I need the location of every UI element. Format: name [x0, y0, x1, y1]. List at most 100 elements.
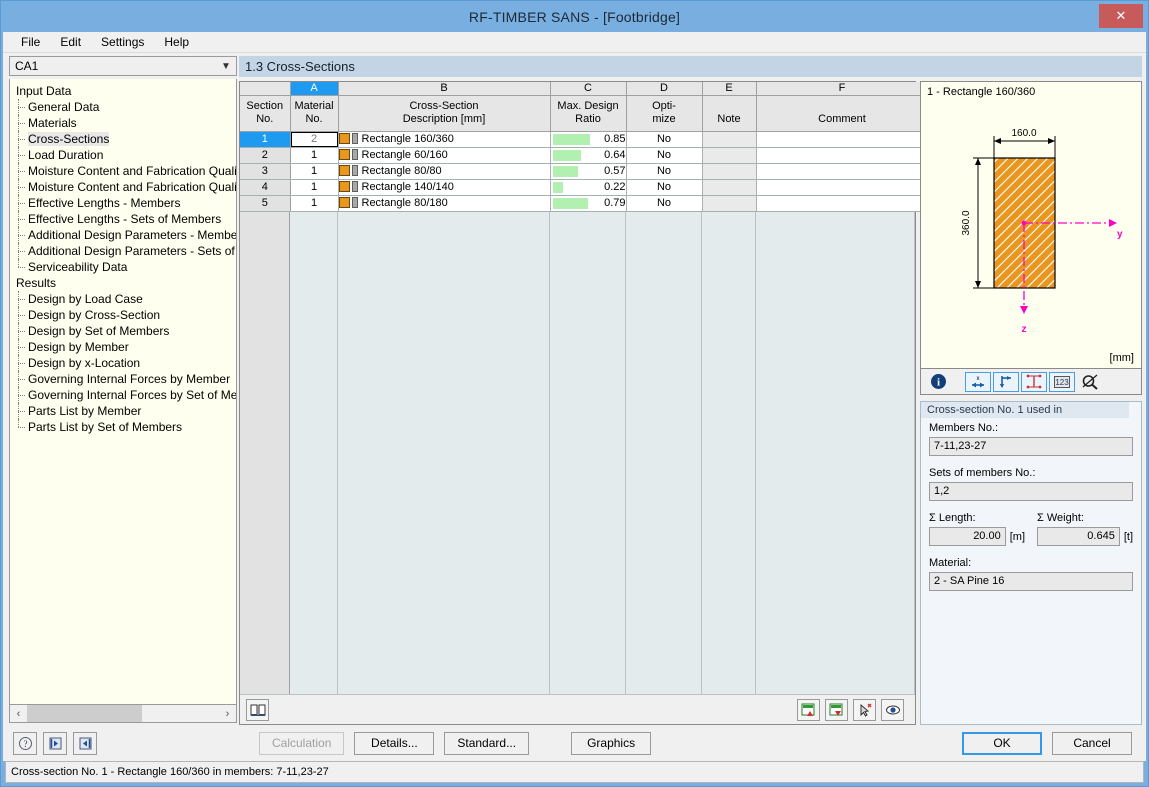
- pick-select-icon[interactable]: [853, 698, 876, 721]
- cell-note[interactable]: [702, 163, 757, 180]
- column-header-B[interactable]: B: [338, 82, 551, 96]
- column-header-A[interactable]: A: [290, 82, 339, 96]
- total-weight-field[interactable]: 0.645: [1037, 527, 1120, 546]
- sidebar-item-parts-list-by-set-of-members[interactable]: Parts List by Set of Members: [10, 419, 236, 435]
- cell-description[interactable]: Rectangle 80/180: [338, 195, 551, 212]
- material-field[interactable]: 2 - SA Pine 16: [929, 572, 1133, 591]
- next-window-icon[interactable]: [73, 731, 97, 755]
- tree-horizontal-scrollbar[interactable]: ‹ ›: [9, 705, 237, 723]
- sidebar-item-additional-design-parameters-sets-of-me[interactable]: Additional Design Parameters - Sets of M…: [10, 243, 236, 259]
- sidebar-item-design-by-cross-section[interactable]: Design by Cross-Section: [10, 307, 236, 323]
- column-header-D[interactable]: D: [626, 82, 703, 96]
- column-header-E[interactable]: E: [702, 82, 757, 96]
- cell-note[interactable]: [702, 195, 757, 212]
- cell-section-no[interactable]: 3: [240, 163, 291, 180]
- table-row[interactable]: 2 1 Rectangle 60/160 0.64 No: [240, 147, 929, 164]
- cell-max-design-ratio[interactable]: 0.64: [550, 147, 627, 164]
- menu-item-help[interactable]: Help: [154, 33, 199, 51]
- scrollbar-thumb[interactable]: [27, 705, 143, 722]
- cell-comment[interactable]: [756, 179, 929, 196]
- close-icon[interactable]: ✕: [1099, 4, 1143, 28]
- standard-button[interactable]: Standard...: [444, 731, 530, 755]
- sidebar-item-design-by-load-case[interactable]: Design by Load Case: [10, 291, 236, 307]
- details-button[interactable]: Details...: [354, 731, 435, 755]
- sidebar-item-moisture-content-and-fabrication-quality[interactable]: Moisture Content and Fabrication Quality: [10, 179, 236, 195]
- eye-view-icon[interactable]: [881, 698, 904, 721]
- table-row[interactable]: 5 1 Rectangle 80/180 0.79 No: [240, 195, 929, 212]
- sidebar-item-design-by-set-of-members[interactable]: Design by Set of Members: [10, 323, 236, 339]
- menu-item-settings[interactable]: Settings: [91, 33, 154, 51]
- cell-max-design-ratio[interactable]: 0.85: [550, 131, 627, 148]
- column-header-F[interactable]: F: [756, 82, 929, 96]
- scroll-left-icon[interactable]: ‹: [10, 705, 27, 722]
- sidebar-item-parts-list-by-member[interactable]: Parts List by Member: [10, 403, 236, 419]
- column-header-C[interactable]: C: [550, 82, 627, 96]
- sidebar-item-governing-internal-forces-by-set-of-mem[interactable]: Governing Internal Forces by Set of Mem: [10, 387, 236, 403]
- cell-optimize[interactable]: No: [626, 179, 703, 196]
- menu-item-file[interactable]: File: [11, 33, 50, 51]
- dimension-lines-icon[interactable]: [1021, 371, 1047, 392]
- table-empty-area[interactable]: [240, 211, 915, 694]
- cell-material-no[interactable]: 2: [290, 131, 339, 148]
- cell-comment[interactable]: [756, 131, 929, 148]
- table-empty-column[interactable]: [338, 211, 550, 694]
- table-empty-column[interactable]: [290, 211, 338, 694]
- cell-description[interactable]: Rectangle 60/160: [338, 147, 551, 164]
- graphics-button[interactable]: Graphics: [571, 731, 652, 755]
- cell-description[interactable]: Rectangle 140/140: [338, 179, 551, 196]
- cell-optimize[interactable]: No: [626, 147, 703, 164]
- cell-description[interactable]: Rectangle 80/80: [338, 163, 551, 180]
- sidebar-item-serviceability-data[interactable]: Serviceability Data: [10, 259, 236, 275]
- cross-sections-table[interactable]: A B C D E F Section No. Material No. Cross-Section…: [240, 82, 929, 212]
- table-row[interactable]: 4 1 Rectangle 140/140 0.22 No: [240, 179, 929, 196]
- table-empty-column[interactable]: [240, 211, 290, 694]
- table-empty-column[interactable]: [550, 211, 626, 694]
- sidebar-item-design-by-x-location[interactable]: Design by x-Location: [10, 355, 236, 371]
- grid-corner[interactable]: [240, 82, 291, 96]
- load-case-select[interactable]: CA1 ▼: [9, 56, 237, 76]
- sidebar-item-materials[interactable]: Materials: [10, 115, 236, 131]
- scrollbar-track[interactable]: [27, 705, 219, 722]
- cell-note[interactable]: [702, 147, 757, 164]
- sidebar-item-load-duration[interactable]: Load Duration: [10, 147, 236, 163]
- cell-max-design-ratio[interactable]: 0.79: [550, 195, 627, 212]
- cell-note[interactable]: [702, 131, 757, 148]
- cell-comment[interactable]: [756, 195, 929, 212]
- cell-max-design-ratio[interactable]: 0.57: [550, 163, 627, 180]
- cell-section-no[interactable]: 4: [240, 179, 291, 196]
- scroll-right-icon[interactable]: ›: [219, 705, 236, 722]
- tree-group-results[interactable]: Results: [10, 275, 236, 291]
- numbers-123-icon[interactable]: 123: [1049, 371, 1075, 392]
- book-icon[interactable]: [246, 698, 269, 721]
- table-row[interactable]: 1 2 Rectangle 160/360 0.85 No: [240, 131, 929, 148]
- import-excel-down-icon[interactable]: [825, 698, 848, 721]
- cell-description[interactable]: Rectangle 160/360: [338, 131, 551, 148]
- export-excel-up-icon[interactable]: [797, 698, 820, 721]
- table-empty-column[interactable]: [702, 211, 756, 694]
- cell-optimize[interactable]: No: [626, 163, 703, 180]
- calculation-button[interactable]: Calculation: [259, 731, 345, 755]
- cell-material-no[interactable]: 1: [290, 147, 339, 164]
- info-icon[interactable]: i: [925, 372, 951, 392]
- cell-material-no[interactable]: 1: [290, 163, 339, 180]
- cancel-button[interactable]: Cancel: [1052, 731, 1132, 755]
- cell-optimize[interactable]: No: [626, 131, 703, 148]
- cell-section-no[interactable]: 5: [240, 195, 291, 212]
- sets-of-members-field[interactable]: 1,2: [929, 482, 1133, 501]
- help-question-icon[interactable]: ?: [13, 731, 37, 755]
- sidebar-item-cross-sections[interactable]: Cross-Sections: [10, 131, 236, 147]
- sidebar-item-additional-design-parameters-members[interactable]: Additional Design Parameters - Members: [10, 227, 236, 243]
- sidebar-item-governing-internal-forces-by-member[interactable]: Governing Internal Forces by Member: [10, 371, 236, 387]
- cell-max-design-ratio[interactable]: 0.22: [550, 179, 627, 196]
- cell-material-no[interactable]: 1: [290, 195, 339, 212]
- table-empty-column[interactable]: [756, 211, 915, 694]
- table-row[interactable]: 3 1 Rectangle 80/80 0.57 No: [240, 163, 929, 180]
- dimension-x-icon[interactable]: x: [965, 371, 991, 392]
- cell-material-no[interactable]: 1: [290, 179, 339, 196]
- cell-section-no[interactable]: 2: [240, 147, 291, 164]
- previous-window-icon[interactable]: [43, 731, 67, 755]
- section-preview[interactable]: 1 - Rectangle 160/360 160.0 360.0 y z [m…: [920, 81, 1142, 369]
- cell-section-no[interactable]: 1: [240, 131, 291, 148]
- cell-comment[interactable]: [756, 147, 929, 164]
- sidebar-item-effective-lengths-members[interactable]: Effective Lengths - Members: [10, 195, 236, 211]
